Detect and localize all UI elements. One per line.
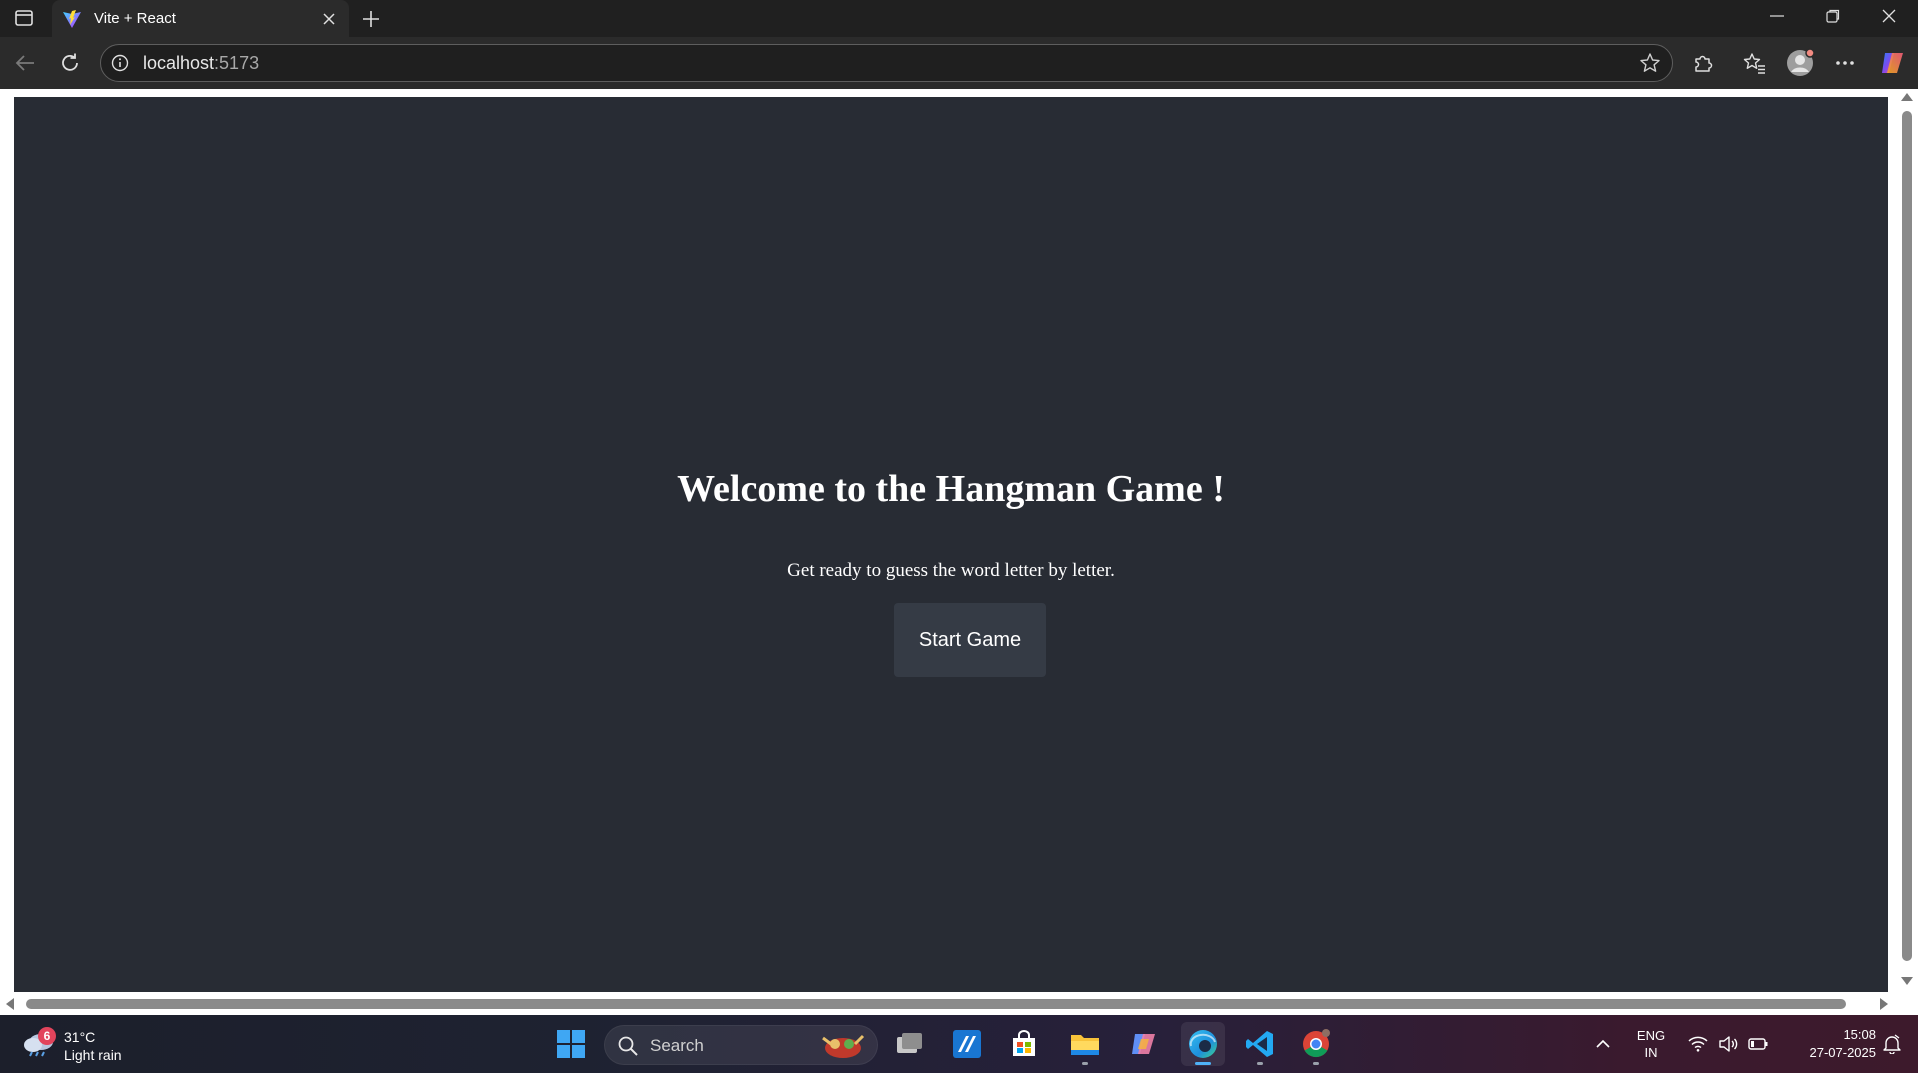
vertical-scrollbar[interactable] bbox=[1896, 89, 1918, 1015]
battery-icon bbox=[1748, 1038, 1768, 1050]
close-icon bbox=[1882, 9, 1896, 23]
vscode-icon bbox=[1246, 1031, 1273, 1057]
plus-icon bbox=[363, 11, 379, 27]
restore-icon bbox=[1826, 9, 1840, 23]
taskbar-app-chrome[interactable] bbox=[1294, 1022, 1338, 1066]
running-indicator bbox=[1257, 1062, 1263, 1065]
start-game-button[interactable]: Start Game bbox=[894, 603, 1046, 677]
back-arrow-icon bbox=[15, 55, 34, 71]
volume-status[interactable] bbox=[1716, 1025, 1740, 1063]
edge-browser-icon bbox=[1189, 1030, 1217, 1058]
wifi-status[interactable] bbox=[1686, 1025, 1710, 1063]
taskbar-search[interactable]: Search bbox=[604, 1025, 878, 1065]
weather-condition: Light rain bbox=[64, 1047, 122, 1063]
clock-date: 27-07-2025 bbox=[1809, 1045, 1877, 1060]
copilot-icon bbox=[1882, 53, 1903, 73]
show-hidden-icons-button[interactable] bbox=[1590, 1025, 1616, 1063]
browser-toolbar: localhost:5173 bbox=[0, 37, 1918, 89]
extensions-button[interactable] bbox=[1686, 46, 1720, 80]
close-window-button[interactable] bbox=[1860, 0, 1918, 32]
horizontal-scroll-thumb[interactable] bbox=[26, 999, 1846, 1009]
profile-button[interactable] bbox=[1783, 46, 1817, 80]
url-port: :5173 bbox=[214, 53, 260, 73]
active-indicator bbox=[1195, 1062, 1211, 1065]
task-view-button[interactable] bbox=[888, 1022, 932, 1066]
horizontal-scrollbar[interactable] bbox=[0, 993, 1896, 1015]
url-text: localhost:5173 bbox=[143, 53, 259, 74]
scroll-up-arrow-icon[interactable] bbox=[1901, 93, 1913, 101]
running-indicator bbox=[1082, 1062, 1088, 1065]
tab-actions-icon bbox=[15, 10, 33, 26]
welcome-screen: Welcome to the Hangman Game ! Get ready … bbox=[14, 97, 1888, 992]
taskbar-app-vscode[interactable] bbox=[1238, 1022, 1282, 1066]
chrome-icon bbox=[1303, 1029, 1330, 1058]
refresh-icon bbox=[62, 53, 78, 71]
taskbar-app-file-explorer[interactable] bbox=[1063, 1022, 1107, 1066]
weather-notification-badge: 6 bbox=[38, 1027, 56, 1045]
browser-viewport: Welcome to the Hangman Game ! Get ready … bbox=[0, 89, 1918, 1015]
search-icon bbox=[618, 1036, 638, 1056]
weather-widget[interactable]: 6 31°C Light rain bbox=[20, 1025, 160, 1065]
taskbar-app-microsoft-store[interactable] bbox=[1002, 1022, 1046, 1066]
input-language-indicator[interactable]: ENG IN bbox=[1630, 1027, 1672, 1061]
start-button[interactable] bbox=[549, 1022, 593, 1066]
search-highlight-icon bbox=[822, 1034, 865, 1058]
minimize-icon bbox=[1770, 15, 1784, 17]
search-label: Search bbox=[650, 1036, 704, 1055]
favorites-list-icon bbox=[1743, 53, 1765, 74]
scroll-right-arrow-icon[interactable] bbox=[1880, 998, 1888, 1010]
browser-title-bar: Vite + React bbox=[0, 0, 1918, 37]
minimize-button[interactable] bbox=[1748, 0, 1806, 32]
ellipsis-icon bbox=[1836, 61, 1854, 65]
vertical-scroll-thumb[interactable] bbox=[1902, 111, 1912, 961]
back-button[interactable] bbox=[8, 46, 42, 80]
refresh-button[interactable] bbox=[53, 46, 87, 80]
restore-button[interactable] bbox=[1804, 0, 1862, 32]
running-indicator bbox=[1313, 1062, 1319, 1065]
windows-taskbar: 6 31°C Light rain Search ENG IN 15:08 27… bbox=[0, 1015, 1918, 1073]
windows-logo-icon bbox=[557, 1030, 585, 1058]
settings-more-button[interactable] bbox=[1828, 46, 1862, 80]
new-tab-button[interactable] bbox=[356, 4, 386, 34]
copilot-button[interactable] bbox=[1876, 46, 1910, 80]
speaker-icon bbox=[1719, 1036, 1738, 1052]
url-host: localhost bbox=[143, 53, 215, 73]
favorites-button[interactable] bbox=[1738, 46, 1772, 80]
site-info-icon[interactable] bbox=[109, 52, 131, 74]
region-code: IN bbox=[1644, 1045, 1658, 1060]
azure-app-icon bbox=[953, 1030, 981, 1058]
language-code: ENG bbox=[1636, 1028, 1666, 1043]
notification-bell-icon bbox=[1883, 1034, 1901, 1054]
avatar-icon bbox=[1787, 48, 1815, 76]
system-clock[interactable]: 15:08 27-07-2025 bbox=[1780, 1026, 1877, 1062]
tab-title: Vite + React bbox=[94, 10, 176, 27]
notification-center-button[interactable] bbox=[1878, 1025, 1906, 1063]
copilot-app-icon bbox=[1132, 1034, 1155, 1054]
close-tab-icon[interactable] bbox=[315, 5, 343, 33]
wifi-icon bbox=[1688, 1036, 1708, 1052]
address-bar[interactable]: localhost:5173 bbox=[100, 44, 1673, 82]
battery-status[interactable] bbox=[1746, 1025, 1770, 1063]
browser-tab-active[interactable]: Vite + React bbox=[52, 0, 349, 37]
tab-actions-menu-button[interactable] bbox=[8, 4, 40, 32]
chevron-up-icon bbox=[1596, 1039, 1610, 1048]
clock-time: 15:08 bbox=[1843, 1027, 1876, 1042]
taskbar-app-azure-data-studio[interactable] bbox=[945, 1022, 989, 1066]
store-icon bbox=[1013, 1030, 1035, 1056]
page-title: Welcome to the Hangman Game ! bbox=[677, 468, 1225, 510]
scroll-down-arrow-icon[interactable] bbox=[1901, 977, 1913, 985]
scroll-left-arrow-icon[interactable] bbox=[6, 998, 14, 1010]
taskbar-app-edge[interactable] bbox=[1181, 1022, 1225, 1066]
taskbar-app-copilot[interactable] bbox=[1122, 1022, 1166, 1066]
puzzle-icon bbox=[1695, 55, 1713, 72]
app-root: Welcome to the Hangman Game ! Get ready … bbox=[14, 97, 1888, 992]
favorite-star-icon[interactable] bbox=[1638, 51, 1662, 75]
page-subtitle: Get ready to guess the word letter by le… bbox=[787, 560, 1115, 581]
folder-icon bbox=[1071, 1035, 1099, 1055]
weather-temperature: 31°C bbox=[64, 1029, 96, 1045]
task-view-icon bbox=[897, 1033, 922, 1053]
vite-favicon-icon bbox=[62, 9, 82, 29]
